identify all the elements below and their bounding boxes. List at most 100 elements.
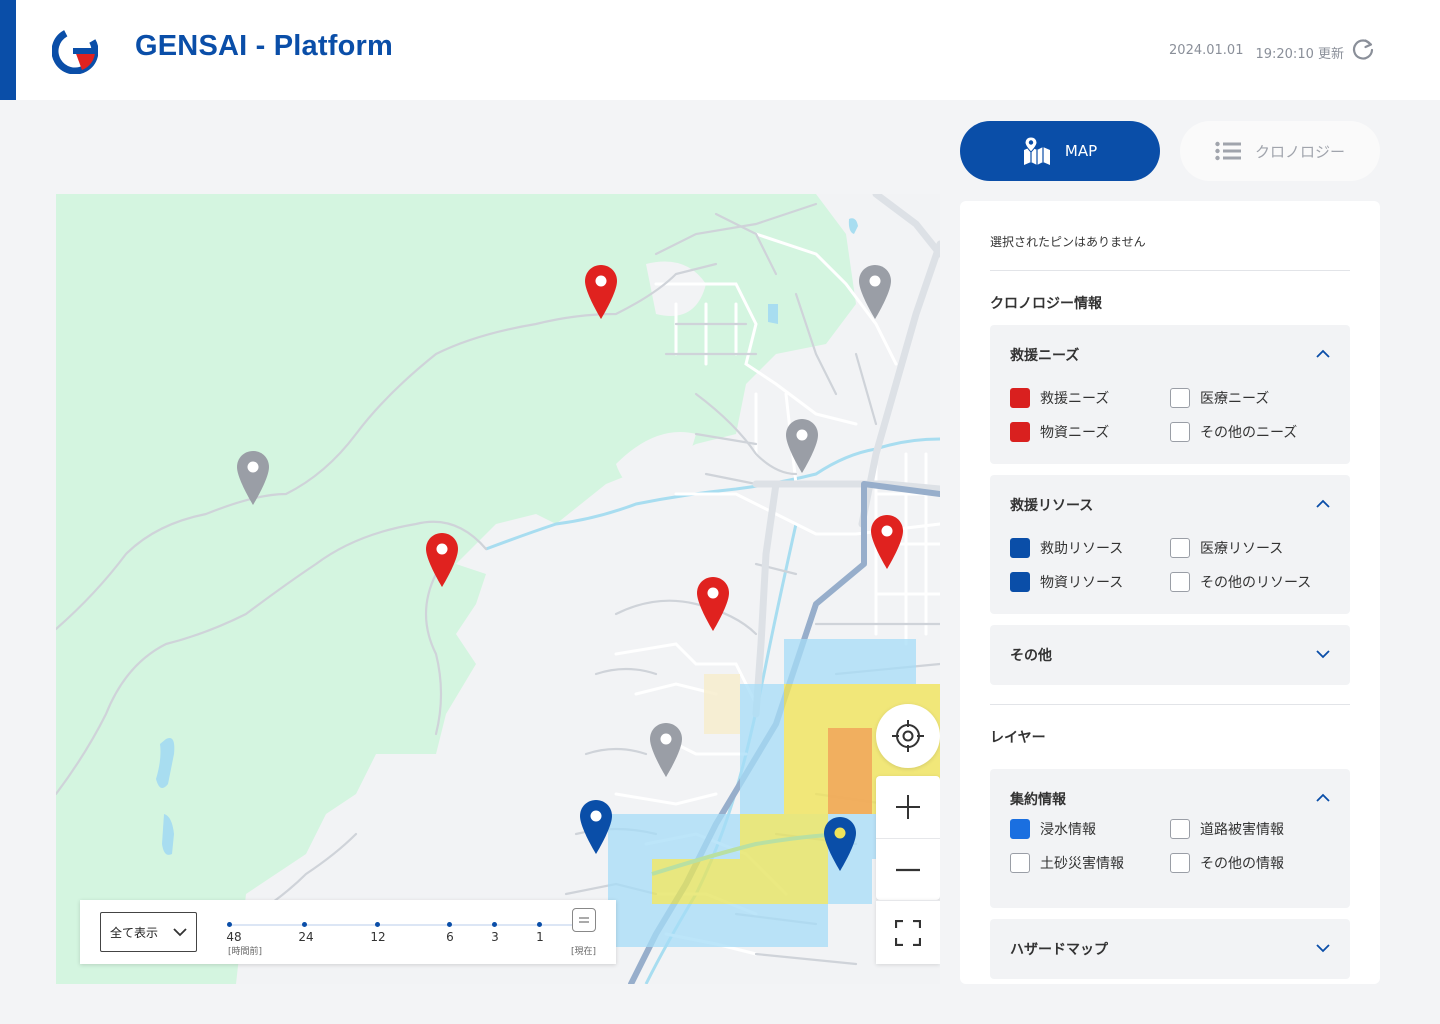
time-tick-dot[interactable]: [302, 922, 307, 927]
divider: [990, 704, 1350, 705]
map-mode-button[interactable]: MAP: [960, 121, 1160, 181]
app-title: GENSAI - Platform: [135, 30, 393, 62]
other-filter-card[interactable]: その他: [990, 625, 1350, 685]
map-base-layer: [56, 194, 940, 984]
time-tick-dot[interactable]: [227, 922, 232, 927]
header-accent-bar: [0, 0, 16, 100]
checkbox-rescue-resources[interactable]: 救助リソース: [1010, 538, 1123, 558]
map-pin-need[interactable]: [696, 576, 730, 632]
checkbox-box[interactable]: [1170, 538, 1190, 558]
checkbox-flood-info[interactable]: 浸水情報: [1010, 819, 1096, 839]
time-tick-label: 24: [298, 930, 314, 944]
map-pin-resource[interactable]: [579, 799, 613, 855]
checkbox-box[interactable]: [1010, 853, 1030, 873]
fullscreen-button[interactable]: [876, 900, 940, 964]
map-pin-other[interactable]: [649, 722, 683, 778]
display-range-select[interactable]: 全て表示: [100, 912, 197, 952]
map-icon: [1023, 136, 1050, 165]
map-pin-other[interactable]: [785, 418, 819, 474]
time-tick-label: 3: [491, 930, 499, 944]
checkbox-box[interactable]: [1010, 819, 1030, 839]
checkbox-medical-needs[interactable]: 医療ニーズ: [1170, 388, 1269, 408]
chevron-up-icon[interactable]: [1316, 347, 1330, 361]
time-tick-label: 1: [536, 930, 544, 944]
checkbox-box[interactable]: [1010, 388, 1030, 408]
fullscreen-icon: [895, 919, 921, 946]
refresh-icon[interactable]: [1350, 37, 1376, 63]
time-tick-label: 12: [370, 930, 386, 944]
checkbox-label: 救援ニーズ: [1040, 391, 1110, 407]
checkbox-label: 医療ニーズ: [1200, 391, 1270, 407]
checkbox-other-info[interactable]: その他の情報: [1170, 853, 1284, 873]
pin-icon: [859, 265, 891, 319]
map-view[interactable]: 全て表示 48 24 12 6 3 1 [時間前] [現在]: [56, 194, 940, 984]
map-pin-need[interactable]: [584, 264, 618, 320]
hazard-map-card[interactable]: ハザードマップ: [990, 919, 1350, 979]
selected-pin-status: 選択されたピンはありません: [990, 235, 1146, 249]
checkbox-other-resources[interactable]: その他のリソース: [1170, 572, 1311, 592]
plus-icon: [896, 795, 920, 819]
aggregate-card-title: 集約情報: [1010, 792, 1066, 808]
checkbox-box[interactable]: [1170, 422, 1190, 442]
time-tick-dot[interactable]: [537, 922, 542, 927]
checkbox-box[interactable]: [1170, 572, 1190, 592]
locate-button[interactable]: [876, 704, 940, 768]
chevron-up-icon[interactable]: [1316, 497, 1330, 511]
checkbox-box[interactable]: [1010, 572, 1030, 592]
hazard-card-title: ハザードマップ: [1010, 942, 1108, 958]
checkbox-label: 救助リソース: [1040, 541, 1124, 557]
pin-icon: [824, 817, 856, 871]
map-pin-other[interactable]: [236, 450, 270, 506]
map-pin-need[interactable]: [425, 532, 459, 588]
time-tick-label: 48: [226, 930, 242, 944]
other-card-title: その他: [1010, 648, 1052, 664]
checkbox-rescue-needs[interactable]: 救援ニーズ: [1010, 388, 1109, 408]
checkbox-label: 物資ニーズ: [1040, 425, 1110, 441]
map-pin-need[interactable]: [870, 514, 904, 570]
zoom-out-button[interactable]: [876, 838, 940, 900]
map-pin-resource-selected[interactable]: [823, 816, 857, 872]
zoom-controls: [876, 776, 940, 900]
display-range-value: 全て表示: [110, 925, 159, 940]
updated-date: 2024.01.01: [1169, 43, 1244, 58]
checkbox-label: 道路被害情報: [1200, 822, 1284, 838]
time-filter-bar: 全て表示 48 24 12 6 3 1 [時間前] [現在]: [80, 900, 616, 964]
needs-filter-card: 救援ニーズ 救援ニーズ 医療ニーズ 物資ニーズ その他のニーズ: [990, 325, 1350, 464]
resources-filter-card: 救援リソース 救助リソース 医療リソース 物資リソース その他のリソース: [990, 475, 1350, 614]
checkbox-box[interactable]: [1010, 422, 1030, 442]
zoom-in-button[interactable]: [876, 776, 940, 838]
chronology-mode-label: クロノロジー: [1254, 142, 1345, 161]
map-pin-other[interactable]: [858, 264, 892, 320]
pin-icon: [786, 419, 818, 473]
checkbox-road-damage-info[interactable]: 道路被害情報: [1170, 819, 1284, 839]
chevron-down-icon[interactable]: [1316, 647, 1330, 661]
pin-icon: [650, 723, 682, 777]
checkbox-other-needs[interactable]: その他のニーズ: [1170, 422, 1297, 442]
minus-icon: [896, 868, 920, 871]
grip-icon: [579, 917, 589, 923]
time-tick-dot[interactable]: [447, 922, 452, 927]
aggregate-layer-card: 集約情報 浸水情報 道路被害情報 土砂災害情報 その他の情報: [990, 769, 1350, 908]
checkbox-box[interactable]: [1010, 538, 1030, 558]
chevron-down-icon[interactable]: [1316, 941, 1330, 955]
checkbox-box[interactable]: [1170, 853, 1190, 873]
side-panel: 選択されたピンはありません クロノロジー情報 救援ニーズ 救援ニーズ 医療ニーズ…: [960, 201, 1380, 984]
list-icon: [1215, 141, 1241, 161]
checkbox-box[interactable]: [1170, 388, 1190, 408]
time-tick-dot[interactable]: [492, 922, 497, 927]
checkbox-landslide-info[interactable]: 土砂災害情報: [1010, 853, 1124, 873]
checkbox-box[interactable]: [1170, 819, 1190, 839]
checkbox-supply-needs[interactable]: 物資ニーズ: [1010, 422, 1109, 442]
time-slider-handle[interactable]: [572, 908, 596, 932]
pin-icon: [585, 265, 617, 319]
checkbox-supply-resources[interactable]: 物資リソース: [1010, 572, 1123, 592]
chevron-up-icon[interactable]: [1316, 791, 1330, 805]
chronology-mode-button[interactable]: クロノロジー: [1180, 121, 1380, 181]
chronology-section-title: クロノロジー情報: [990, 296, 1102, 312]
checkbox-label: 医療リソース: [1200, 541, 1284, 557]
needs-card-title: 救援ニーズ: [1010, 348, 1080, 364]
checkbox-medical-resources[interactable]: 医療リソース: [1170, 538, 1283, 558]
time-tick-dot[interactable]: [375, 922, 380, 927]
checkbox-label: 土砂災害情報: [1040, 856, 1124, 872]
time-slider-track[interactable]: [229, 924, 581, 926]
